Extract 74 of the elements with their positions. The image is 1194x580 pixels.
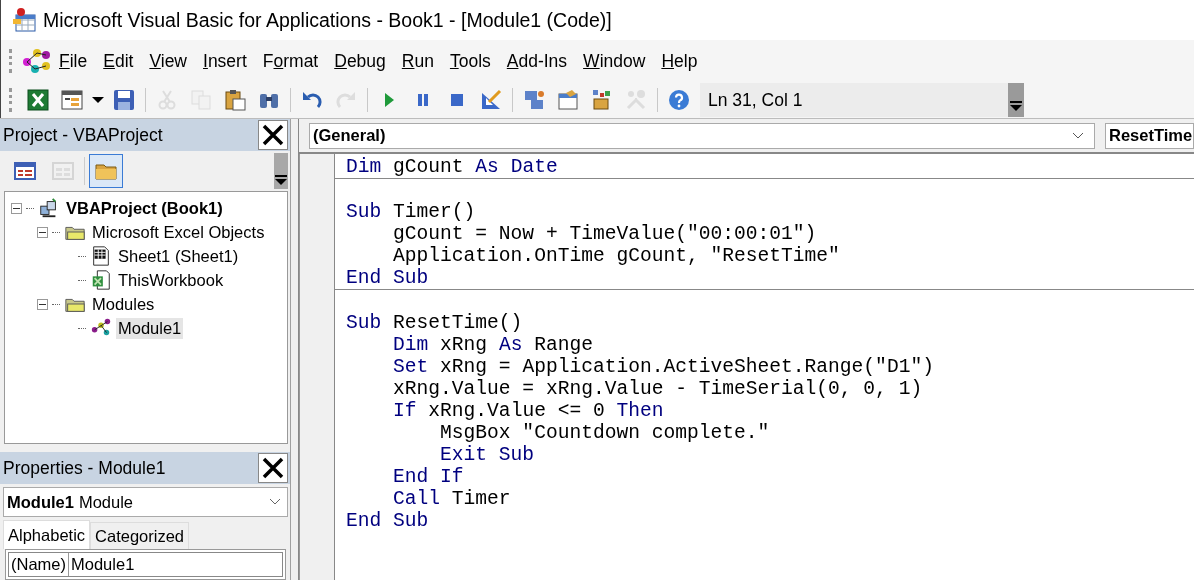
code-line: End Sub <box>346 510 429 532</box>
dropdown-value: (General) <box>313 126 386 145</box>
code-line: Sub Timer() <box>346 201 476 223</box>
collapse-toggle-icon[interactable] <box>11 202 22 214</box>
menu-item[interactable]: File <box>51 46 96 76</box>
pane-title: Project - VBAProject <box>3 124 163 146</box>
code-line: End If <box>393 466 464 488</box>
app-icon <box>13 7 37 33</box>
app-menu-icon[interactable] <box>21 47 51 75</box>
tree-item[interactable]: ThisWorkbook <box>116 269 226 291</box>
window-title: Microsoft Visual Basic for Applications - Book1 - [Module1 (Code)] <box>43 8 612 32</box>
cursor-position: Ln 31, Col 1 <box>700 83 1008 117</box>
caret-icon <box>1010 101 1022 111</box>
menu-item[interactable]: Debug <box>326 46 394 76</box>
form-icon <box>60 88 84 112</box>
tab[interactable]: Alphabetic <box>3 520 91 549</box>
form-window-icon <box>51 159 75 183</box>
code-line: End Sub <box>346 267 429 289</box>
toolbar-options-button[interactable] <box>274 153 288 189</box>
card-icon <box>556 88 580 112</box>
folder-button[interactable] <box>89 154 123 188</box>
property-value[interactable]: Module1 <box>69 553 137 576</box>
ruler-pencil-icon <box>479 88 503 112</box>
caret-icon <box>275 175 287 185</box>
object-type: Module <box>78 492 134 512</box>
chevron-down-icon <box>269 498 281 506</box>
menu-item[interactable]: View <box>141 46 195 76</box>
code-line: MsgBox "Countdown complete." <box>440 422 770 444</box>
menu-item[interactable]: Add-Ins <box>498 46 576 76</box>
save-icon <box>112 88 136 112</box>
tree-item[interactable]: VBAProject (Book1) <box>64 197 225 219</box>
tools-icon <box>624 88 648 112</box>
paste-icon <box>223 88 247 112</box>
close-button[interactable] <box>258 120 288 150</box>
menu-item[interactable]: Run <box>393 46 442 76</box>
close-button[interactable] <box>258 453 288 483</box>
code-line: Dim xRng As Range <box>393 334 593 356</box>
tree-item[interactable]: Module1 <box>116 317 184 339</box>
tab[interactable]: Categorized <box>90 522 190 549</box>
tree-item[interactable]: Sheet1 (Sheet1) <box>116 245 241 267</box>
code-line: Dim gCount As Date <box>346 156 558 178</box>
menu-item[interactable]: Edit <box>95 46 142 76</box>
spreadsheet-icon <box>26 88 50 112</box>
network-icon <box>522 88 546 112</box>
code-line: Application.OnTime gCount, "ResetTime" <box>393 245 840 267</box>
code-line: Exit Sub <box>440 444 535 466</box>
code-line: If xRng.Value <= 0 Then <box>393 400 664 422</box>
tree-item[interactable]: Modules <box>90 293 157 315</box>
help-icon <box>667 88 691 112</box>
sheet-icon <box>90 245 112 267</box>
menu-item[interactable]: Tools <box>441 46 499 76</box>
chevron-down-icon <box>1072 131 1084 140</box>
object-dropdown[interactable]: (General) <box>309 122 1095 149</box>
tree-item[interactable]: Microsoft Excel Objects <box>90 221 267 243</box>
dropdown-caret-icon[interactable] <box>92 97 104 103</box>
menu-item[interactable]: Insert <box>195 46 255 76</box>
collapse-toggle-icon[interactable] <box>37 226 48 238</box>
object-name: Module1 <box>7 492 74 512</box>
menu-item[interactable]: Format <box>254 46 327 76</box>
code-line: Call Timer <box>393 488 511 510</box>
code-line: Sub ResetTime() <box>346 312 523 334</box>
pane-title: Properties - Module1 <box>3 457 166 479</box>
code-line: Set xRng = Application.ActiveSheet.Range("D1") <box>393 356 934 378</box>
procedure-dropdown[interactable]: ResetTime <box>1105 122 1194 149</box>
workbook-icon <box>90 269 112 291</box>
toolbar-options-button[interactable] <box>1008 83 1024 117</box>
collapse-toggle-icon[interactable] <box>37 298 48 310</box>
object-dropdown[interactable]: Module1 Module <box>3 487 288 517</box>
menu-item[interactable]: Window <box>575 46 654 76</box>
menu-item[interactable]: Help <box>653 46 706 76</box>
code-window-icon <box>13 159 37 183</box>
property-name: (Name) <box>9 553 69 576</box>
code-line: xRng.Value = xRng.Value - TimeSerial(0, 0, 1) <box>393 378 923 400</box>
code-line: gCount = Now + TimeValue("00:00:01") <box>393 223 817 245</box>
